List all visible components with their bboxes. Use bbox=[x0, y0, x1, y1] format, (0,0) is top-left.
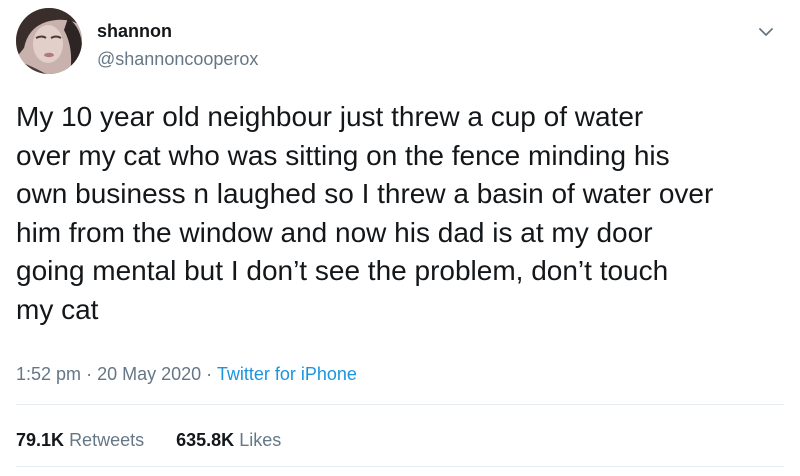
avatar-photo bbox=[16, 8, 82, 74]
tweet-date[interactable]: 20 May 2020 bbox=[97, 364, 201, 384]
engagement-stats: 79.1K Retweets 635.8K Likes bbox=[16, 428, 308, 452]
retweets-stat[interactable]: 79.1K Retweets bbox=[16, 428, 144, 452]
likes-count: 635.8K bbox=[176, 430, 235, 450]
retweets-count: 79.1K bbox=[16, 430, 65, 450]
author-display-name[interactable]: shannon bbox=[97, 20, 172, 42]
tweet-source-link[interactable]: Twitter for iPhone bbox=[217, 364, 357, 384]
divider bbox=[16, 466, 784, 467]
tweet-time[interactable]: 1:52 pm bbox=[16, 364, 81, 384]
divider bbox=[16, 404, 784, 405]
tweet-card: shannon @shannoncooperox My 10 year old … bbox=[0, 0, 800, 476]
avatar[interactable] bbox=[16, 8, 82, 74]
meta-separator: · bbox=[86, 364, 93, 384]
likes-label: Likes bbox=[239, 430, 282, 450]
author-handle[interactable]: @shannoncooperox bbox=[97, 48, 258, 70]
meta-separator: · bbox=[206, 364, 213, 384]
tweet-metadata: 1:52 pm · 20 May 2020 · Twitter for iPho… bbox=[16, 362, 357, 386]
retweets-label: Retweets bbox=[69, 430, 145, 450]
tweet-text: My 10 year old neighbour just threw a cu… bbox=[16, 101, 714, 325]
chevron-down-icon[interactable] bbox=[756, 22, 776, 42]
likes-stat[interactable]: 635.8K Likes bbox=[176, 428, 281, 452]
